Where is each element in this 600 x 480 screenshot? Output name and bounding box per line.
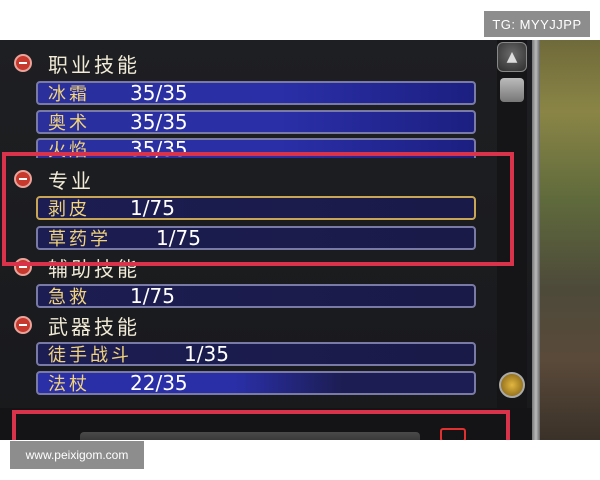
skill-name: 奥术 [48, 113, 90, 134]
skill-row-frost[interactable]: 冰霜 35/35 [36, 81, 476, 105]
scroll-down-icon[interactable] [499, 372, 525, 398]
panel-frame [532, 40, 540, 440]
skill-value: 35/35 [130, 110, 188, 134]
collapse-icon[interactable] [14, 54, 32, 72]
watermark-bottom: www.peixigom.com [10, 441, 144, 469]
section-title: 职业技能 [48, 52, 140, 77]
game-world-background [540, 40, 600, 440]
skill-name: 冰霜 [48, 84, 90, 105]
skill-row-first-aid[interactable]: 急救 1/75 [36, 284, 476, 308]
skill-name: 徒手战斗 [48, 345, 132, 366]
profession-highlight-box [2, 152, 514, 266]
detail-highlight-box [12, 410, 510, 440]
skill-value: 35/35 [130, 81, 188, 105]
skill-name: 急救 [48, 287, 90, 308]
skill-name: 法杖 [48, 374, 90, 395]
collapse-icon[interactable] [14, 316, 32, 334]
skill-row-unarmed[interactable]: 徒手战斗 1/35 [36, 342, 476, 366]
watermark-top: TG: MYYJJPP [484, 11, 590, 37]
skill-value: 22/35 [130, 371, 188, 395]
section-header-weapon-skills[interactable]: 武器技能 [14, 310, 140, 340]
skill-value: 1/75 [130, 284, 175, 308]
section-header-class-skills[interactable]: 职业技能 [14, 48, 140, 78]
skill-row-arcane[interactable]: 奥术 35/35 [36, 110, 476, 134]
scroll-up-button[interactable]: ▲ [497, 42, 527, 72]
skill-row-staves[interactable]: 法杖 22/35 [36, 371, 476, 395]
game-screenshot: 职业技能 冰霜 35/35 奥术 35/35 火焰 35/35 专业 剥皮 1/… [0, 40, 600, 440]
section-title: 武器技能 [48, 314, 140, 339]
skill-value: 1/35 [184, 342, 229, 366]
scrollbar-thumb[interactable] [500, 78, 524, 102]
